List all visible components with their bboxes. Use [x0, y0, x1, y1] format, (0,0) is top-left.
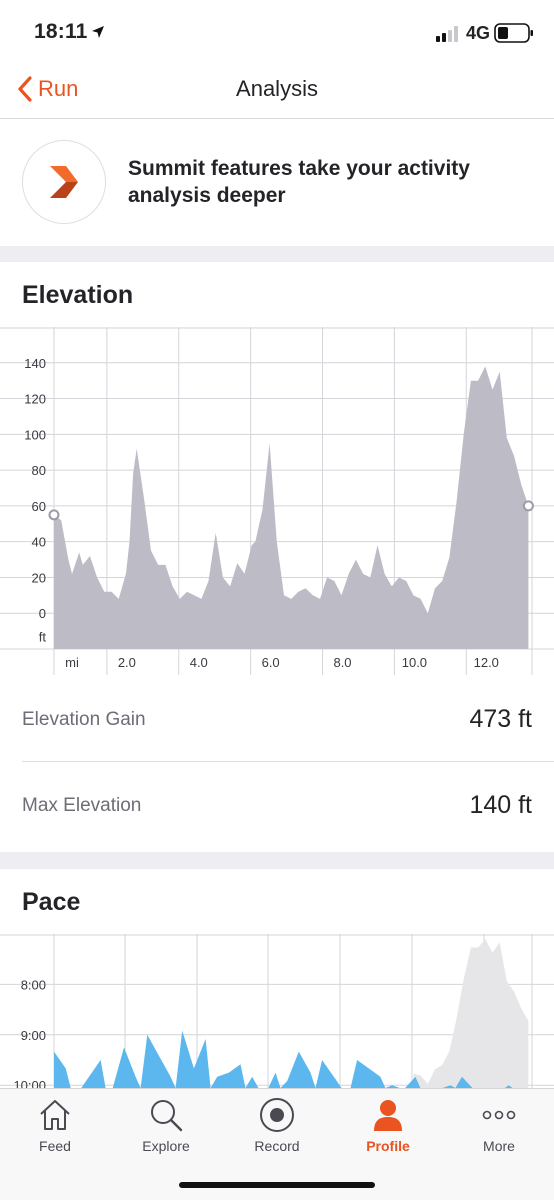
y-tick-label: 100: [24, 427, 46, 442]
x-tick-label: 2.0: [118, 655, 136, 670]
x-unit-label: mi: [65, 655, 79, 670]
x-tick-label: 6.0: [262, 655, 280, 670]
y-tick-label: 140: [24, 356, 46, 371]
y-tick-label: 9:00: [21, 1028, 46, 1043]
elevation-gain-label: Elevation Gain: [22, 709, 146, 730]
pace-title: Pace: [22, 888, 81, 916]
network-type: 4G: [466, 23, 491, 43]
y-unit-label: ft: [39, 629, 47, 644]
elevation-start-marker: [48, 509, 60, 521]
max-elevation-row: Max Elevation 140 ft: [0, 762, 554, 848]
max-elevation-label: Max Elevation: [22, 795, 142, 816]
navigation-bar: Run Analysis: [0, 66, 554, 119]
y-tick-label: 8:00: [21, 977, 46, 992]
elevation-end-marker: [522, 500, 534, 512]
tab-record[interactable]: Record: [222, 1089, 332, 1169]
tab-profile-label: Profile: [366, 1138, 410, 1154]
tab-more-label: More: [483, 1138, 515, 1154]
location-arrow-icon: [92, 26, 104, 38]
elevation-gain-row: Elevation Gain 473 ft: [0, 676, 554, 762]
page-title: Analysis: [236, 76, 318, 101]
summit-chevron-icon: [50, 166, 78, 198]
summit-promo-text: Summit features take your activity analy…: [128, 157, 470, 207]
summit-logo: [22, 140, 106, 224]
section-divider: [0, 246, 554, 262]
elevation-chart: 140 120 100 80 60 40 20 0 ft mi 2.0 4.0 6.0 8.0 10.0 1…: [0, 327, 554, 675]
tab-record-label: Record: [254, 1138, 300, 1154]
x-tick-label: 12.0: [474, 655, 499, 670]
summit-promo[interactable]: Summit features take your activity analy…: [0, 120, 554, 246]
x-tick-label: 8.0: [333, 655, 351, 670]
tab-explore[interactable]: Explore: [111, 1089, 221, 1169]
elevation-y-axis: 140 120 100 80 60 40 20 0 ft: [24, 356, 46, 645]
y-tick-label: 80: [32, 463, 46, 478]
pace-elevation-overlay: [413, 939, 529, 1088]
max-elevation-value: 140 ft: [469, 791, 532, 819]
elevation-title: Elevation: [22, 281, 134, 309]
elevation-gain-value: 473 ft: [469, 705, 532, 733]
y-tick-label: 60: [32, 499, 46, 514]
pace-chart: 8:00 9:00 10:00: [0, 934, 554, 1088]
x-tick-label: 4.0: [190, 655, 208, 670]
y-tick-label: 0: [39, 606, 46, 621]
y-tick-label: 10:00: [13, 1078, 46, 1088]
y-tick-label: 20: [32, 570, 46, 585]
tab-explore-label: Explore: [142, 1138, 190, 1154]
status-time: 18:11: [34, 20, 88, 43]
home-icon: [40, 1100, 70, 1130]
status-bar: 18:11 4G: [0, 0, 554, 66]
home-indicator: [179, 1182, 375, 1188]
signal-bars-icon: [436, 26, 458, 42]
elevation-area: [54, 366, 529, 649]
battery-icon: [494, 23, 533, 43]
section-divider: [0, 852, 554, 869]
search-icon: [151, 1100, 183, 1132]
tab-feed-label: Feed: [39, 1138, 71, 1154]
elevation-x-axis: mi 2.0 4.0 6.0 8.0 10.0 12.0: [65, 655, 499, 670]
pace-y-axis: 8:00 9:00 10:00: [13, 977, 46, 1088]
record-icon: [260, 1098, 294, 1132]
tab-feed[interactable]: Feed: [0, 1089, 110, 1169]
more-icon: [482, 1110, 516, 1120]
y-tick-label: 40: [32, 535, 46, 550]
tab-profile[interactable]: Profile: [333, 1089, 443, 1169]
x-tick-label: 10.0: [402, 655, 427, 670]
profile-icon: [374, 1100, 402, 1131]
y-tick-label: 120: [24, 392, 46, 407]
tab-more[interactable]: More: [444, 1089, 554, 1169]
